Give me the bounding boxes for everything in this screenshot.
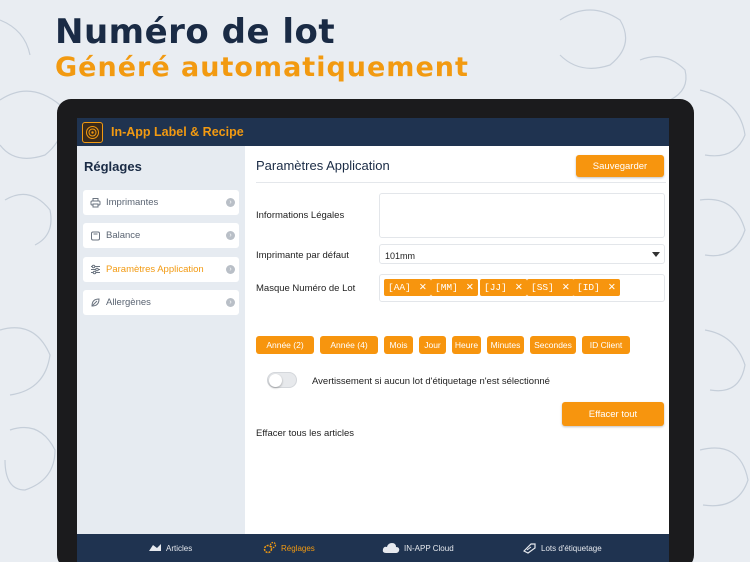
app-header: In-App Label & Recipe bbox=[77, 118, 669, 146]
tab-label: IN-APP Cloud bbox=[404, 543, 454, 553]
tab-label: Lots d'étiquetage bbox=[541, 543, 602, 553]
mask-tag-label: [AA] bbox=[388, 282, 411, 293]
chip-jour[interactable]: Jour bbox=[419, 336, 446, 354]
sliders-icon bbox=[89, 264, 101, 276]
tab-in-app-cloud[interactable]: IN-APP Cloud bbox=[382, 534, 454, 562]
mask-tag: [SS] ✕ bbox=[527, 279, 574, 296]
tab-articles[interactable]: Articles bbox=[148, 534, 192, 562]
close-icon[interactable]: ✕ bbox=[562, 282, 570, 293]
app-screen: In-App Label & Recipe Réglages Imprimant… bbox=[77, 118, 669, 562]
leaf-icon bbox=[89, 297, 101, 309]
tab-label: Articles bbox=[166, 543, 193, 553]
mask-tag: [ID] ✕ bbox=[573, 279, 620, 296]
chip-secondes[interactable]: Secondes bbox=[530, 336, 576, 354]
toggle-knob bbox=[269, 374, 282, 387]
printer-icon bbox=[89, 197, 101, 209]
cloud-icon bbox=[382, 542, 400, 554]
legal-info-input[interactable] bbox=[379, 193, 665, 238]
sidebar-item-parametres-application[interactable]: Paramètres Application › bbox=[83, 257, 239, 282]
mask-tag-label: [ID] bbox=[577, 282, 600, 293]
close-icon[interactable]: ✕ bbox=[515, 282, 523, 293]
lot-mask-label: Masque Numéro de Lot bbox=[256, 283, 356, 294]
chevron-right-icon: › bbox=[226, 231, 235, 240]
legal-info-label: Informations Légales bbox=[256, 210, 345, 221]
hero-subtitle: Généré automatiquement bbox=[55, 52, 469, 83]
warning-toggle[interactable] bbox=[267, 372, 297, 388]
settings-panel: Paramètres Application Sauvegarder Infor… bbox=[245, 146, 669, 534]
save-button[interactable]: Sauvegarder bbox=[576, 155, 664, 177]
close-icon[interactable]: ✕ bbox=[466, 282, 474, 293]
close-icon[interactable]: ✕ bbox=[419, 282, 427, 293]
mask-tag: [MM] ✕ bbox=[431, 279, 478, 296]
tab-lots-etiquetage[interactable]: Lots d'étiquetage bbox=[523, 534, 602, 562]
tab-reglages[interactable]: Réglages bbox=[263, 534, 315, 562]
caret-down-icon bbox=[652, 252, 660, 257]
mask-tag: [JJ] ✕ bbox=[480, 279, 527, 296]
app-title: In-App Label & Recipe bbox=[111, 125, 244, 139]
mask-tag: [AA] ✕ bbox=[384, 279, 431, 296]
default-printer-label: Imprimante par défaut bbox=[256, 250, 349, 261]
chevron-right-icon: › bbox=[226, 198, 235, 207]
sidebar-item-balance[interactable]: Balance › bbox=[83, 223, 239, 248]
chip-mois[interactable]: Mois bbox=[384, 336, 413, 354]
chip-id-client[interactable]: ID Client bbox=[582, 336, 630, 354]
sidebar-item-label: Imprimantes bbox=[106, 197, 159, 208]
chip-minutes[interactable]: Minutes bbox=[487, 336, 524, 354]
sidebar-item-label: Allergènes bbox=[106, 297, 151, 308]
chip-annee-2[interactable]: Année (2) bbox=[256, 336, 314, 354]
chevron-right-icon: › bbox=[226, 265, 235, 274]
sidebar-title: Réglages bbox=[84, 159, 142, 174]
chip-annee-4[interactable]: Année (4) bbox=[320, 336, 378, 354]
tab-label: Réglages bbox=[281, 543, 315, 553]
sidebar-item-allergenes[interactable]: Allergènes › bbox=[83, 290, 239, 315]
close-icon[interactable]: ✕ bbox=[608, 282, 616, 293]
hero-title: Numéro de lot bbox=[55, 12, 336, 52]
sidebar-item-imprimantes[interactable]: Imprimantes › bbox=[83, 190, 239, 215]
default-printer-value: 101mm bbox=[385, 251, 416, 261]
sidebar-item-label: Paramètres Application bbox=[106, 264, 204, 275]
scale-icon bbox=[89, 230, 101, 242]
default-printer-select[interactable]: 101mm bbox=[379, 244, 665, 264]
page-title: Paramètres Application bbox=[256, 158, 390, 173]
bottom-tab-bar: Articles Réglages IN-APP Cloud Lots d'ét… bbox=[77, 534, 669, 562]
warning-toggle-label: Avertissement si aucun lot d'étiquetage … bbox=[312, 376, 550, 387]
clear-articles-label: Effacer tous les articles bbox=[256, 428, 355, 439]
divider bbox=[256, 182, 666, 183]
label-icon bbox=[523, 542, 537, 554]
chip-heure[interactable]: Heure bbox=[452, 336, 481, 354]
mask-tag-label: [JJ] bbox=[484, 282, 507, 293]
mask-tag-label: [SS] bbox=[531, 282, 554, 293]
chevron-right-icon: › bbox=[226, 298, 235, 307]
clear-all-button[interactable]: Effacer tout bbox=[562, 402, 664, 426]
articles-icon bbox=[148, 543, 162, 553]
app-logo-icon bbox=[82, 121, 103, 143]
mask-tag-label: [MM] bbox=[435, 282, 458, 293]
settings-sidebar: Réglages Imprimantes › Balance › Paramèt… bbox=[77, 146, 245, 534]
gears-icon bbox=[263, 541, 277, 555]
sidebar-item-label: Balance bbox=[106, 230, 141, 241]
lot-mask-field[interactable]: [AA] ✕ [MM] ✕ [JJ] ✕ [SS] ✕ [ID] ✕ bbox=[379, 274, 665, 302]
